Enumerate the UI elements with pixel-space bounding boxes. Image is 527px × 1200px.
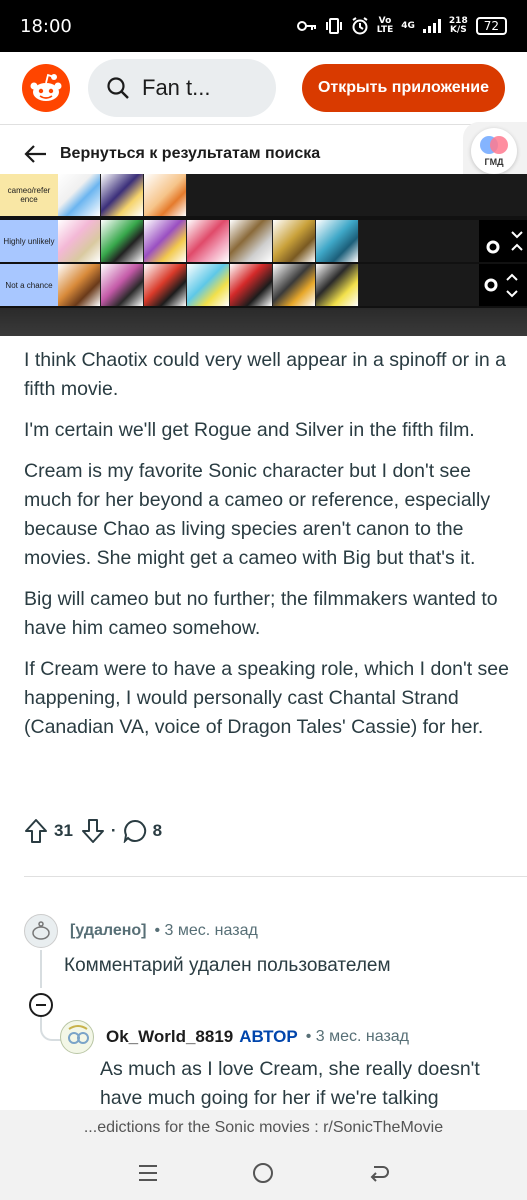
post-paragraph: I'm certain we'll get Rogue and Silver i… bbox=[24, 419, 475, 441]
vibrate-icon bbox=[325, 18, 342, 34]
search-icon bbox=[107, 77, 129, 99]
tier-controls[interactable] bbox=[479, 220, 527, 262]
home-icon[interactable] bbox=[252, 1162, 274, 1184]
thread-connector bbox=[40, 1017, 62, 1041]
character-thumb bbox=[58, 174, 101, 216]
post-body: I think Chaotix could very well appear i… bbox=[24, 346, 509, 754]
search-query: Fan t... bbox=[142, 75, 211, 100]
comment-count: 8 bbox=[152, 821, 163, 840]
tier-characters bbox=[58, 220, 359, 262]
gmd-heart-icon bbox=[480, 136, 508, 154]
status-bar: 18:00 Vo LTE 4G 218 K/S 72 bbox=[0, 0, 527, 52]
comment-meta: • 3 мес. назад bbox=[154, 922, 258, 939]
user-avatar-icon bbox=[68, 1025, 89, 1044]
collapse-thread-button[interactable] bbox=[29, 993, 53, 1017]
comment-meta: • 3 мес. назад bbox=[305, 1028, 410, 1045]
network-type: 4G bbox=[401, 20, 415, 31]
key-icon bbox=[296, 21, 316, 31]
gmd-label: ГМД bbox=[484, 157, 504, 167]
character-thumb bbox=[230, 264, 273, 306]
status-time: 18:00 bbox=[20, 15, 72, 37]
back-label: Вернуться к результатам поиска bbox=[60, 145, 321, 162]
post-paragraph: I think Chaotix could very well appear i… bbox=[24, 349, 506, 400]
character-thumb bbox=[58, 220, 101, 262]
page-title-bar: ...edictions for the Sonic movies : r/So… bbox=[0, 1110, 527, 1146]
character-thumb bbox=[187, 220, 230, 262]
comment-text: Комментарий удален пользователем bbox=[64, 955, 391, 976]
character-thumb bbox=[101, 220, 144, 262]
character-thumb bbox=[273, 220, 316, 262]
upvote-icon[interactable] bbox=[24, 818, 48, 844]
comment-author[interactable]: Ok_World_8819 bbox=[106, 1027, 233, 1047]
tier-footer bbox=[0, 308, 527, 336]
gmd-widget[interactable]: ГМД bbox=[471, 128, 517, 174]
open-app-button[interactable]: Открыть приложение bbox=[301, 64, 505, 112]
snoo-avatar-icon bbox=[32, 921, 50, 940]
tier-row-cameo: cameo/refer ence bbox=[0, 174, 527, 216]
character-thumb bbox=[230, 220, 273, 262]
character-thumb bbox=[101, 264, 144, 306]
character-thumb bbox=[144, 264, 187, 306]
comment-author[interactable]: [удалено] bbox=[70, 922, 147, 940]
back-icon[interactable] bbox=[368, 1163, 390, 1183]
post-paragraph: If Cream were to have a speaking role, w… bbox=[24, 658, 509, 738]
tier-label: Highly unlikely bbox=[0, 220, 58, 262]
character-thumb bbox=[58, 264, 101, 306]
tier-label: Not a chance bbox=[0, 264, 58, 306]
comment-header: Ok_World_8819 АВТОР • 3 мес. назад bbox=[60, 1020, 409, 1054]
gear-icon[interactable] bbox=[479, 264, 527, 306]
app-header: Fan t... Открыть приложение bbox=[0, 52, 527, 124]
downvote-icon[interactable] bbox=[81, 818, 105, 844]
character-thumb bbox=[316, 220, 359, 262]
tier-row-highly-unlikely: Highly unlikely bbox=[0, 220, 527, 262]
reddit-logo[interactable] bbox=[22, 64, 70, 112]
arrow-left-icon bbox=[24, 145, 46, 163]
status-icons: Vo LTE 4G 218 K/S 72 bbox=[296, 16, 507, 35]
page-title: ...edictions for the Sonic movies : r/So… bbox=[83, 1119, 444, 1136]
tier-characters bbox=[58, 264, 359, 306]
character-thumb bbox=[273, 264, 316, 306]
comment-text: As much as I love Cream, she really does… bbox=[100, 1058, 480, 1109]
vote-count: 31 bbox=[54, 821, 73, 840]
tier-controls[interactable] bbox=[479, 264, 527, 306]
reddit-alien-icon bbox=[30, 73, 62, 101]
alarm-icon bbox=[352, 17, 368, 35]
menu-icon[interactable] bbox=[137, 1164, 159, 1182]
tier-row-not-a-chance: Not a chance bbox=[0, 264, 527, 306]
vote-separator: · bbox=[110, 821, 117, 840]
signal-icon bbox=[422, 19, 441, 33]
comment-icon[interactable] bbox=[123, 819, 147, 843]
avatar[interactable] bbox=[60, 1020, 94, 1054]
op-badge: АВТОР bbox=[239, 1027, 298, 1046]
vote-bar: 31 · 8 bbox=[24, 818, 170, 844]
character-thumb bbox=[101, 174, 144, 216]
back-to-results-link[interactable]: Вернуться к результатам поиска bbox=[24, 144, 320, 164]
system-nav-bar bbox=[0, 1146, 527, 1200]
post-paragraph: Big will cameo but no further; the filmm… bbox=[24, 588, 498, 639]
net-speed: 218 K/S bbox=[448, 16, 468, 35]
search-bar[interactable]: Fan t... bbox=[88, 59, 276, 117]
battery-indicator: 72 bbox=[475, 17, 507, 35]
character-thumb bbox=[187, 264, 230, 306]
gear-icon[interactable] bbox=[479, 220, 527, 262]
post-paragraph: Cream is my favorite Sonic character but… bbox=[24, 460, 491, 569]
volte-indicator: Vo LTE bbox=[376, 16, 394, 35]
character-thumb bbox=[316, 264, 359, 306]
header-divider bbox=[0, 124, 527, 125]
comments-divider bbox=[24, 876, 527, 877]
avatar[interactable] bbox=[24, 914, 58, 948]
tier-list-image[interactable]: cameo/refer ence Highly unlikely Not a c… bbox=[0, 174, 527, 336]
thread-line bbox=[40, 950, 42, 988]
tier-characters bbox=[58, 174, 187, 216]
character-thumb bbox=[144, 220, 187, 262]
comment-header: [удалено] • 3 мес. назад bbox=[24, 914, 258, 948]
character-thumb bbox=[144, 174, 187, 216]
tier-label: cameo/refer ence bbox=[0, 174, 58, 216]
